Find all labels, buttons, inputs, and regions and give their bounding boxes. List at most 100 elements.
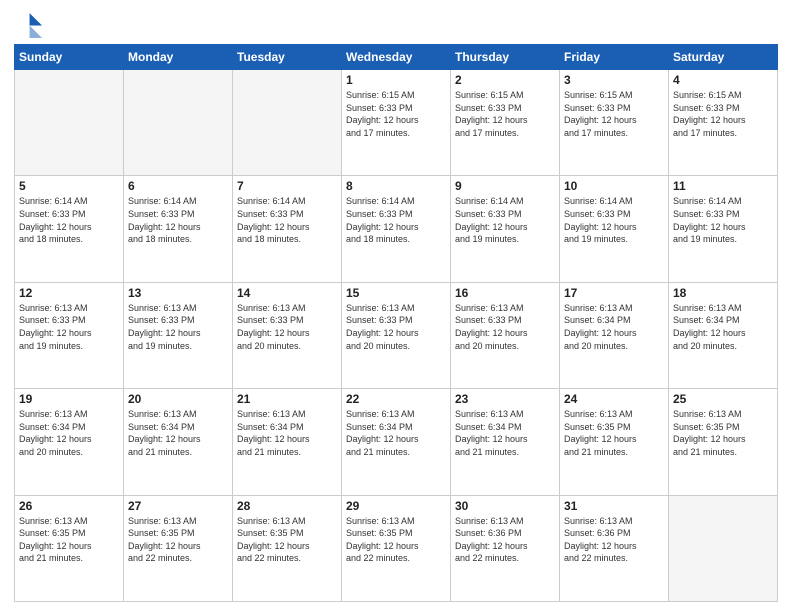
calendar-week-row: 26 Sunrise: 6:13 AM Sunset: 6:35 PM Dayli… (15, 495, 778, 601)
calendar-header-row: SundayMondayTuesdayWednesdayThursdayFrid… (15, 45, 778, 70)
calendar-week-row: 12 Sunrise: 6:13 AM Sunset: 6:33 PM Dayli… (15, 282, 778, 388)
calendar-day-cell: 13 Sunrise: 6:13 AM Sunset: 6:33 PM Dayli… (124, 282, 233, 388)
day-number: 3 (564, 73, 664, 87)
calendar-day-cell: 4 Sunrise: 6:15 AM Sunset: 6:33 PM Daylig… (669, 70, 778, 176)
day-info: Sunrise: 6:14 AM Sunset: 6:33 PM Dayligh… (128, 195, 228, 245)
calendar-day-cell: 9Sunrise: 6:14 AM Sunset: 6:33 PM Daylig… (451, 176, 560, 282)
page: SundayMondayTuesdayWednesdayThursdayFrid… (0, 0, 792, 612)
day-of-week-header: Monday (124, 45, 233, 70)
day-info: Sunrise: 6:13 AM Sunset: 6:35 PM Dayligh… (19, 515, 119, 565)
calendar-day-cell (124, 70, 233, 176)
day-info: Sunrise: 6:14 AM Sunset: 6:33 PM Dayligh… (673, 195, 773, 245)
calendar-day-cell: 30Sunrise: 6:13 AM Sunset: 6:36 PM Dayli… (451, 495, 560, 601)
day-info: Sunrise: 6:13 AM Sunset: 6:35 PM Dayligh… (237, 515, 337, 565)
logo-icon (14, 10, 42, 38)
calendar-day-cell: 12 Sunrise: 6:13 AM Sunset: 6:33 PM Dayli… (15, 282, 124, 388)
header (14, 10, 778, 38)
day-info: Sunrise: 6:15 AM Sunset: 6:33 PM Dayligh… (564, 89, 664, 139)
day-info: Sunrise: 6:13 AM Sunset: 6:36 PM Dayligh… (564, 515, 664, 565)
day-info: Sunrise: 6:13 AM Sunset: 6:34 PM Dayligh… (237, 408, 337, 458)
calendar-day-cell: 8 Sunrise: 6:14 AM Sunset: 6:33 PM Daylig… (342, 176, 451, 282)
calendar-day-cell: 1 Sunrise: 6:15 AM Sunset: 6:33 PM Daylig… (342, 70, 451, 176)
day-number: 28 (237, 499, 337, 513)
day-info: Sunrise: 6:13 AM Sunset: 6:35 PM Dayligh… (564, 408, 664, 458)
day-number: 7 (237, 179, 337, 193)
calendar-day-cell (233, 70, 342, 176)
calendar-week-row: 5 Sunrise: 6:14 AM Sunset: 6:33 PM Daylig… (15, 176, 778, 282)
calendar-week-row: 1 Sunrise: 6:15 AM Sunset: 6:33 PM Daylig… (15, 70, 778, 176)
day-info: Sunrise: 6:13 AM Sunset: 6:33 PM Dayligh… (19, 302, 119, 352)
day-number: 21 (237, 392, 337, 406)
calendar-day-cell: 21 Sunrise: 6:13 AM Sunset: 6:34 PM Dayli… (233, 389, 342, 495)
day-number: 2 (455, 73, 555, 87)
day-number: 5 (19, 179, 119, 193)
day-info: Sunrise: 6:13 AM Sunset: 6:35 PM Dayligh… (346, 515, 446, 565)
day-of-week-header: Sunday (15, 45, 124, 70)
day-number: 15 (346, 286, 446, 300)
day-info: Sunrise: 6:13 AM Sunset: 6:33 PM Dayligh… (128, 302, 228, 352)
day-info: Sunrise: 6:13 AM Sunset: 6:33 PM Dayligh… (455, 302, 555, 352)
day-info: Sunrise: 6:15 AM Sunset: 6:33 PM Dayligh… (346, 89, 446, 139)
day-info: Sunrise: 6:13 AM Sunset: 6:35 PM Dayligh… (673, 408, 773, 458)
calendar-week-row: 19 Sunrise: 6:13 AM Sunset: 6:34 PM Dayli… (15, 389, 778, 495)
day-info: Sunrise: 6:14 AM Sunset: 6:33 PM Dayligh… (237, 195, 337, 245)
calendar-day-cell: 17 Sunrise: 6:13 AM Sunset: 6:34 PM Dayli… (560, 282, 669, 388)
day-number: 27 (128, 499, 228, 513)
day-number: 23 (455, 392, 555, 406)
day-number: 10 (564, 179, 664, 193)
day-info: Sunrise: 6:13 AM Sunset: 6:34 PM Dayligh… (673, 302, 773, 352)
day-number: 1 (346, 73, 446, 87)
calendar-day-cell (669, 495, 778, 601)
calendar-day-cell: 3 Sunrise: 6:15 AM Sunset: 6:33 PM Daylig… (560, 70, 669, 176)
calendar-table: SundayMondayTuesdayWednesdayThursdayFrid… (14, 44, 778, 602)
calendar-day-cell: 26 Sunrise: 6:13 AM Sunset: 6:35 PM Dayli… (15, 495, 124, 601)
calendar-day-cell: 5 Sunrise: 6:14 AM Sunset: 6:33 PM Daylig… (15, 176, 124, 282)
day-number: 13 (128, 286, 228, 300)
calendar-day-cell: 24 Sunrise: 6:13 AM Sunset: 6:35 PM Dayli… (560, 389, 669, 495)
day-number: 14 (237, 286, 337, 300)
day-number: 25 (673, 392, 773, 406)
day-number: 20 (128, 392, 228, 406)
day-of-week-header: Thursday (451, 45, 560, 70)
day-info: Sunrise: 6:15 AM Sunset: 6:33 PM Dayligh… (455, 89, 555, 139)
day-info: Sunrise: 6:13 AM Sunset: 6:34 PM Dayligh… (128, 408, 228, 458)
day-number: 9 (455, 179, 555, 193)
calendar-day-cell (15, 70, 124, 176)
day-number: 26 (19, 499, 119, 513)
calendar-day-cell: 29 Sunrise: 6:13 AM Sunset: 6:35 PM Dayli… (342, 495, 451, 601)
calendar-day-cell: 7 Sunrise: 6:14 AM Sunset: 6:33 PM Daylig… (233, 176, 342, 282)
day-number: 24 (564, 392, 664, 406)
day-info: Sunrise: 6:13 AM Sunset: 6:33 PM Dayligh… (237, 302, 337, 352)
day-number: 12 (19, 286, 119, 300)
day-info: Sunrise: 6:13 AM Sunset: 6:33 PM Dayligh… (346, 302, 446, 352)
calendar-day-cell: 15 Sunrise: 6:13 AM Sunset: 6:33 PM Dayli… (342, 282, 451, 388)
day-number: 8 (346, 179, 446, 193)
day-number: 19 (19, 392, 119, 406)
calendar-day-cell: 20 Sunrise: 6:13 AM Sunset: 6:34 PM Dayli… (124, 389, 233, 495)
calendar-day-cell: 25 Sunrise: 6:13 AM Sunset: 6:35 PM Dayli… (669, 389, 778, 495)
day-number: 16 (455, 286, 555, 300)
day-info: Sunrise: 6:13 AM Sunset: 6:34 PM Dayligh… (455, 408, 555, 458)
day-info: Sunrise: 6:15 AM Sunset: 6:33 PM Dayligh… (673, 89, 773, 139)
day-number: 11 (673, 179, 773, 193)
day-info: Sunrise: 6:13 AM Sunset: 6:34 PM Dayligh… (19, 408, 119, 458)
day-of-week-header: Saturday (669, 45, 778, 70)
calendar-day-cell: 2 Sunrise: 6:15 AM Sunset: 6:33 PM Daylig… (451, 70, 560, 176)
calendar-day-cell: 19 Sunrise: 6:13 AM Sunset: 6:34 PM Dayli… (15, 389, 124, 495)
day-info: Sunrise: 6:14 AM Sunset: 6:33 PM Dayligh… (346, 195, 446, 245)
calendar-day-cell: 10 Sunrise: 6:14 AM Sunset: 6:33 PM Dayli… (560, 176, 669, 282)
calendar-day-cell: 16 Sunrise: 6:13 AM Sunset: 6:33 PM Dayli… (451, 282, 560, 388)
day-info: Sunrise: 6:13 AM Sunset: 6:34 PM Dayligh… (564, 302, 664, 352)
day-info: Sunrise: 6:13 AM Sunset: 6:34 PM Dayligh… (346, 408, 446, 458)
day-info: Sunrise: 6:14 AM Sunset: 6:33 PM Dayligh… (19, 195, 119, 245)
day-number: 30 (455, 499, 555, 513)
calendar-day-cell: 27Sunrise: 6:13 AM Sunset: 6:35 PM Dayli… (124, 495, 233, 601)
day-of-week-header: Tuesday (233, 45, 342, 70)
day-number: 4 (673, 73, 773, 87)
calendar-day-cell: 22Sunrise: 6:13 AM Sunset: 6:34 PM Dayli… (342, 389, 451, 495)
day-info: Sunrise: 6:14 AM Sunset: 6:33 PM Dayligh… (564, 195, 664, 245)
day-number: 29 (346, 499, 446, 513)
day-number: 17 (564, 286, 664, 300)
calendar-day-cell: 18Sunrise: 6:13 AM Sunset: 6:34 PM Dayli… (669, 282, 778, 388)
calendar-day-cell: 14 Sunrise: 6:13 AM Sunset: 6:33 PM Dayli… (233, 282, 342, 388)
